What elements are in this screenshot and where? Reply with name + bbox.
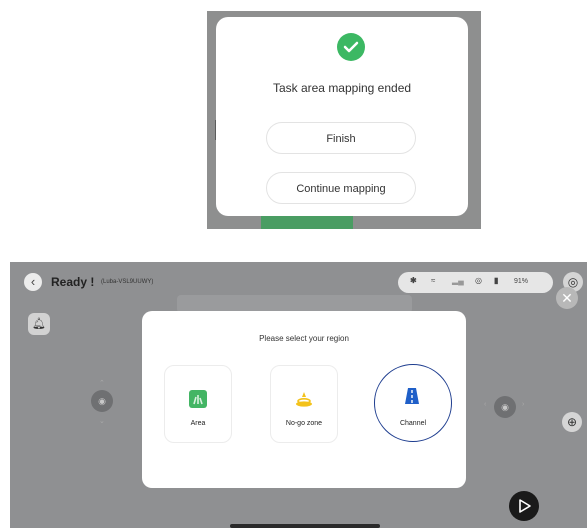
- mower-app-screen: ‹ Ready ! (Luba-VSL9UUWY) ✱ ≈ ▂▄ ◎ ▮ 91%…: [10, 262, 587, 528]
- bell-icon[interactable]: 🔔︎: [28, 313, 50, 335]
- region-select-dialog: Please select your region Area No-go zon…: [142, 311, 466, 488]
- battery-icon: ▮: [494, 276, 499, 285]
- gps-icon: ◎: [475, 276, 482, 285]
- chevron-left-icon: ‹: [484, 401, 487, 408]
- chevron-down-icon: ⌄: [99, 418, 105, 425]
- joystick-left-icon[interactable]: ◉: [91, 390, 113, 412]
- channel-road-icon: [403, 387, 421, 405]
- status-label: Ready !: [51, 275, 95, 289]
- dialog-title: Please select your region: [259, 334, 349, 343]
- continue-mapping-button[interactable]: Continue mapping: [266, 172, 416, 204]
- locate-icon[interactable]: ⊕: [562, 412, 582, 432]
- region-option-no-go-zone[interactable]: No-go zone: [270, 365, 338, 443]
- region-option-label: No-go zone: [285, 420, 323, 427]
- close-icon[interactable]: ✕: [556, 287, 578, 309]
- region-option-channel[interactable]: Channel: [374, 364, 452, 442]
- dialog-title: Task area mapping ended: [272, 81, 412, 95]
- finish-button[interactable]: Finish: [266, 122, 416, 154]
- grass-area-icon: [189, 390, 207, 408]
- chevron-right-icon: ›: [522, 401, 525, 408]
- mapping-ended-dialog: Task area mapping ended Finish Continue …: [216, 17, 468, 216]
- wifi-icon: ≈: [431, 276, 436, 285]
- bottom-handle: [230, 524, 380, 528]
- chevron-up-icon: ⌃: [99, 380, 105, 387]
- region-option-area[interactable]: Area: [164, 365, 232, 443]
- device-id: (Luba-VSL9UUWY): [101, 279, 154, 285]
- joystick-right-icon[interactable]: ◉: [494, 396, 516, 418]
- back-icon[interactable]: ‹: [24, 273, 42, 291]
- background-green-bar: [261, 216, 353, 229]
- check-icon: [337, 33, 365, 61]
- bluetooth-icon: ✱: [410, 276, 417, 285]
- region-option-label: Area: [190, 420, 206, 427]
- no-go-zone-icon: [295, 390, 313, 408]
- status-bar: ✱ ≈ ▂▄ ◎ ▮ 91%: [398, 272, 553, 293]
- battery-percentage: 91%: [514, 278, 529, 285]
- play-button[interactable]: [509, 491, 539, 521]
- signal-icon: ▂▄: [452, 276, 464, 285]
- region-option-label: Channel: [399, 420, 427, 427]
- mapping-screen-backdrop: Task area mapping ended Finish Continue …: [207, 11, 481, 229]
